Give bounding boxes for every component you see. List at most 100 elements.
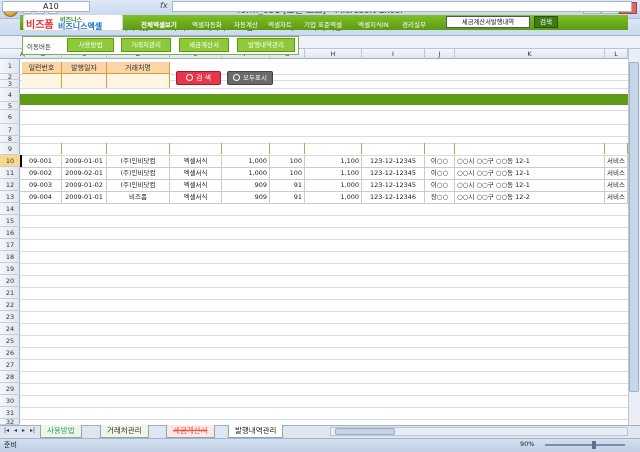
next-sheet-icon[interactable]: ▸ xyxy=(22,427,25,434)
table-cell[interactable]: 91 xyxy=(270,179,305,191)
menu-automation[interactable]: 엑셀자동화 xyxy=(192,19,222,29)
worksheet-grid[interactable] xyxy=(0,49,628,425)
row-header-19[interactable]: 19 xyxy=(0,263,20,275)
table-cell[interactable]: 엑셀서식 xyxy=(170,191,222,203)
table-cell[interactable]: 이○○ xyxy=(425,155,455,167)
table-cell[interactable]: 서비스 xyxy=(605,155,628,167)
row-header-12[interactable]: 12 xyxy=(0,179,20,191)
table-cell[interactable]: 서비스 xyxy=(605,179,628,191)
table-cell[interactable]: ○○시 ○○구 ○○동 12-1 xyxy=(455,167,605,179)
table-cell[interactable]: 09-001 xyxy=(20,155,62,167)
column-header-i[interactable]: I xyxy=(362,49,425,59)
menu-search-box[interactable]: 세금계산서발행내역 xyxy=(446,16,530,28)
search-serial-input[interactable] xyxy=(22,74,62,88)
row-header-16[interactable]: 16 xyxy=(0,227,20,239)
table-cell[interactable]: 1,000 xyxy=(222,155,270,167)
table-cell[interactable]: 서비스 xyxy=(605,167,628,179)
row-header-23[interactable]: 23 xyxy=(0,311,20,323)
goto-usage-button[interactable]: 사용방법 xyxy=(67,38,114,52)
vertical-scroll-thumb[interactable] xyxy=(629,62,639,392)
sheet-tab-history[interactable]: 발행내역관리 xyxy=(228,425,284,438)
table-cell[interactable]: 엑셀서식 xyxy=(170,155,222,167)
menu-standard[interactable]: 기업 표준엑셀 xyxy=(304,19,342,29)
menu-search-button[interactable]: 검색 xyxy=(534,16,558,28)
table-cell[interactable]: 09-004 xyxy=(20,191,62,203)
search-date-input[interactable] xyxy=(62,74,107,88)
table-cell[interactable]: 1,100 xyxy=(305,167,362,179)
table-cell[interactable]: 09-002 xyxy=(20,167,62,179)
fx-icon[interactable]: fx xyxy=(160,1,168,10)
row-header-18[interactable]: 18 xyxy=(0,251,20,263)
goto-history-button[interactable]: 발행내역관리 xyxy=(237,38,295,52)
table-cell[interactable]: 엑셀서식 xyxy=(170,179,222,191)
table-cell[interactable]: 엑셀서식 xyxy=(170,167,222,179)
menu-accounting[interactable]: 경리실무 xyxy=(402,19,426,29)
row-header-14[interactable]: 14 xyxy=(0,203,20,215)
row-header-22[interactable]: 22 xyxy=(0,299,20,311)
sheet-tab-clients[interactable]: 거래처관리 xyxy=(100,425,149,438)
sheet-tab-usage[interactable]: 사용방법 xyxy=(40,425,82,438)
menu-chart[interactable]: 엑셀차트 xyxy=(268,19,292,29)
table-cell[interactable]: 1,100 xyxy=(305,155,362,167)
table-cell[interactable]: 서비스 xyxy=(605,191,628,203)
column-header-j[interactable]: J xyxy=(425,49,455,59)
goto-invoice-button[interactable]: 세금계산서 xyxy=(179,38,229,52)
table-cell[interactable]: 100 xyxy=(270,155,305,167)
table-cell[interactable]: 123-12-12345 xyxy=(362,179,425,191)
row-header-3[interactable]: 3 xyxy=(0,80,20,88)
table-cell[interactable]: (주)인비닷컴 xyxy=(107,167,170,179)
table-cell[interactable]: (주)인비닷컴 xyxy=(107,179,170,191)
row-header-27[interactable]: 27 xyxy=(0,359,20,371)
zoom-slider[interactable] xyxy=(545,444,625,446)
row-header-9[interactable]: 9 xyxy=(0,143,20,155)
first-sheet-icon[interactable]: |◂ xyxy=(4,427,9,434)
table-cell[interactable]: 123-12-12345 xyxy=(362,167,425,179)
table-cell[interactable]: 2009-01-01 xyxy=(62,155,107,167)
show-all-button[interactable]: 모두표시 xyxy=(227,71,273,85)
row-header-17[interactable]: 17 xyxy=(0,239,20,251)
column-header-l[interactable]: L xyxy=(605,49,628,59)
menu-all-excel[interactable]: 전체엑셀보기 xyxy=(141,19,177,29)
sheet-tab-invoice[interactable]: 세금계산서 xyxy=(166,425,215,438)
row-header-30[interactable]: 30 xyxy=(0,395,20,407)
row-header-25[interactable]: 25 xyxy=(0,335,20,347)
row-header-8[interactable]: 8 xyxy=(0,136,20,143)
row-header-28[interactable]: 28 xyxy=(0,371,20,383)
table-cell[interactable]: ○○시 ○○구 ○○동 12-1 xyxy=(455,179,605,191)
row-header-13[interactable]: 13 xyxy=(0,191,20,203)
table-cell[interactable]: ○○시 ○○구 ○○동 12-1 xyxy=(455,155,605,167)
row-header-6[interactable]: 6 xyxy=(0,110,20,124)
row-header-21[interactable]: 21 xyxy=(0,287,20,299)
row-header-20[interactable]: 20 xyxy=(0,275,20,287)
menu-knowledge[interactable]: 엑셀지식IN xyxy=(358,19,389,29)
table-cell[interactable]: 1,000 xyxy=(305,179,362,191)
goto-clients-button[interactable]: 거래처관리 xyxy=(121,38,171,52)
table-cell[interactable]: 100 xyxy=(270,167,305,179)
table-cell[interactable]: 1,000 xyxy=(222,167,270,179)
table-cell[interactable]: 909 xyxy=(222,191,270,203)
table-cell[interactable]: 123-12-12346 xyxy=(362,191,425,203)
table-cell[interactable]: 비즈폼 xyxy=(107,191,170,203)
table-cell[interactable]: 이○○ xyxy=(425,179,455,191)
table-cell[interactable]: ○○시 ○○구 ○○동 12-2 xyxy=(455,191,605,203)
row-header-10[interactable]: 10 xyxy=(0,155,20,167)
row-header-15[interactable]: 15 xyxy=(0,215,20,227)
table-cell[interactable]: 91 xyxy=(270,191,305,203)
menu-auto-calc[interactable]: 자동계산 xyxy=(234,19,258,29)
table-cell[interactable]: 1,000 xyxy=(305,191,362,203)
table-cell[interactable]: 2009-01-02 xyxy=(62,179,107,191)
table-cell[interactable]: 장○○ xyxy=(425,191,455,203)
row-header-29[interactable]: 29 xyxy=(0,383,20,395)
formula-input[interactable] xyxy=(172,1,632,12)
column-header-k[interactable]: K xyxy=(455,49,605,59)
row-header-5[interactable]: 5 xyxy=(0,102,20,110)
table-cell[interactable]: 2009-02-01 xyxy=(62,167,107,179)
table-cell[interactable]: (주)인비닷컴 xyxy=(107,155,170,167)
row-header-4[interactable]: 4 xyxy=(0,88,20,102)
last-sheet-icon[interactable]: ▸| xyxy=(30,427,35,434)
table-cell[interactable]: 이○○ xyxy=(425,167,455,179)
name-box[interactable]: A10 xyxy=(2,1,90,12)
search-button[interactable]: 검 색 xyxy=(176,71,221,85)
search-client-input[interactable] xyxy=(107,74,170,88)
row-header-24[interactable]: 24 xyxy=(0,323,20,335)
